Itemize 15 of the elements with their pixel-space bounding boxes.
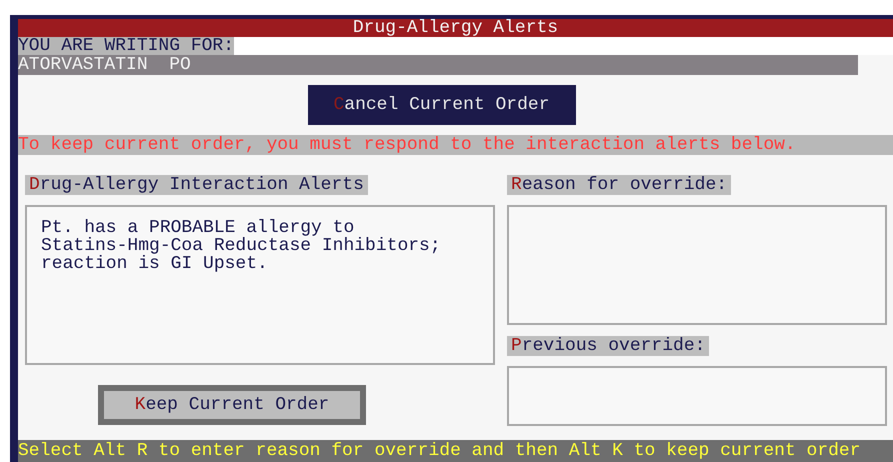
drug-name: ATORVASTATIN PO xyxy=(18,55,858,75)
alerts-heading: Drug-Allergy Interaction Alerts xyxy=(25,175,368,195)
cancel-order-button[interactable]: Cancel Current Order xyxy=(308,85,576,125)
previous-override-heading: Previous override: xyxy=(507,336,710,356)
status-bar: Select Alt R to enter reason for override and then Alt K to keep current order xyxy=(18,440,893,462)
alert-text: reaction is GI Upset. xyxy=(41,255,269,273)
previous-override-field[interactable] xyxy=(507,366,887,426)
keep-order-button[interactable]: Keep Current Order xyxy=(98,385,366,425)
instruction-text: To keep current order, you must respond to the interaction alerts below. xyxy=(18,135,893,155)
reason-heading: Reason for override: xyxy=(507,175,732,195)
alert-text: Pt. has a PROBABLE allergy to xyxy=(41,219,354,237)
alert-text: Statins-Hmg-Coa Reductase Inhibitors; xyxy=(41,237,442,255)
writing-for-label: YOU ARE WRITING FOR: xyxy=(18,37,234,55)
reason-field[interactable] xyxy=(507,205,887,325)
window-title: Drug-Allergy Alerts xyxy=(18,19,893,37)
